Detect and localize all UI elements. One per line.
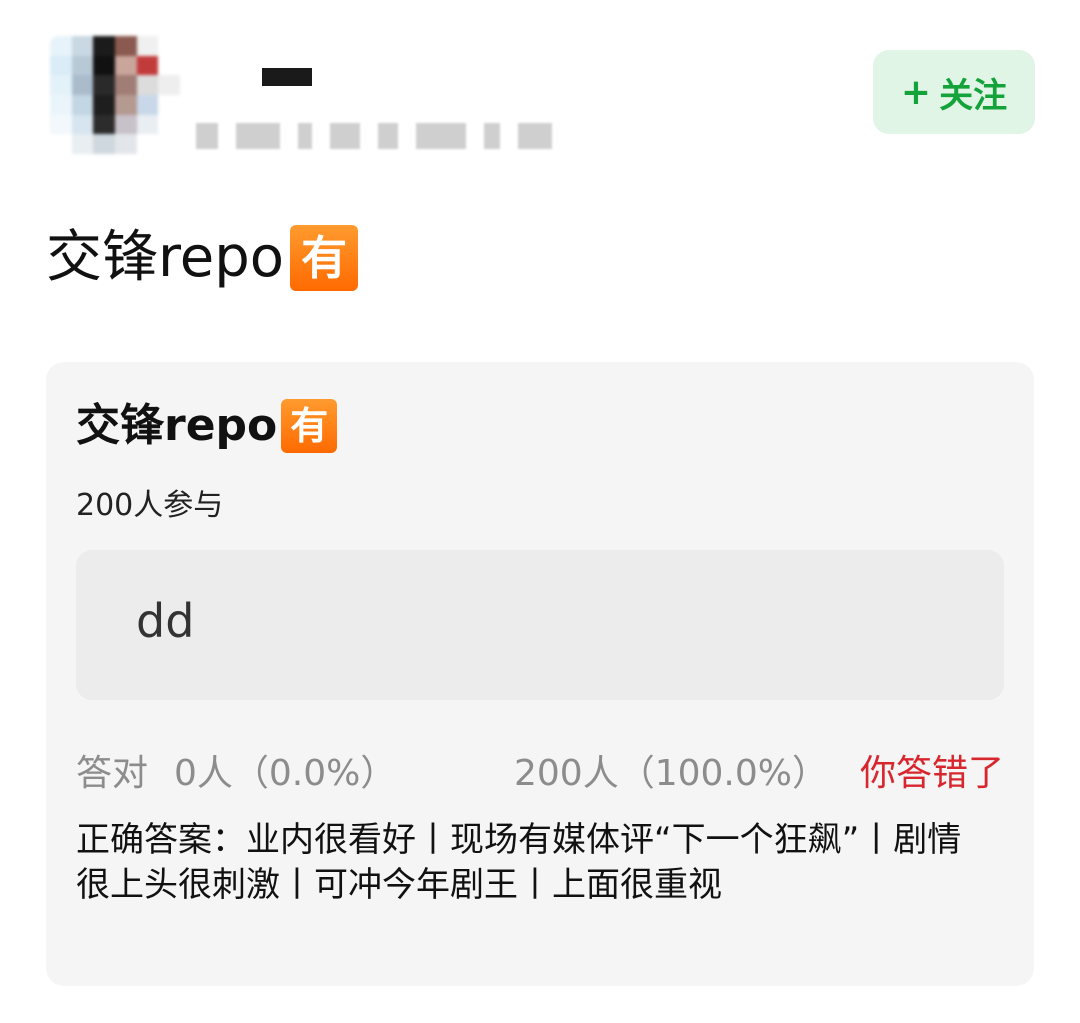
post-title-text: 交锋repo [46, 225, 285, 290]
post-title: 交锋repo 有 [46, 222, 359, 294]
user-subtitle-blurred [196, 118, 556, 154]
avatar[interactable] [50, 36, 180, 154]
post-page: + 关注 交锋repo 有 交锋repo 有 200人参与 dd 答对 0人（0… [0, 0, 1080, 1023]
quiz-option[interactable]: dd [76, 550, 1004, 700]
option-label: dd [136, 594, 195, 648]
correct-answer-text: 正确答案：业内很看好丨现场有媒体评“下一个狂飙”丨剧情很上头很刺激丨可冲今年剧王… [76, 820, 962, 905]
quiz-title: 交锋repo 有 [76, 398, 338, 454]
result-status: 你答错了 [859, 753, 1004, 794]
plus-icon: + [900, 71, 932, 113]
wrong-count: 200人（100.0%） [514, 753, 828, 794]
follow-button[interactable]: + 关注 [873, 50, 1035, 134]
correct-count: 0人（0.0%） [174, 753, 397, 794]
username-blurred[interactable] [262, 68, 312, 86]
quiz-title-text: 交锋repo [76, 400, 278, 451]
correct-label: 答对 [76, 753, 149, 794]
quiz-stats: 答对 0人（0.0%） 200人（100.0%） 你答错了 [76, 744, 1004, 794]
you-emoji-icon: 有 [290, 225, 359, 291]
you-emoji-icon: 有 [281, 399, 338, 453]
follow-label: 关注 [939, 75, 1008, 116]
participant-count: 200人参与 [76, 488, 224, 523]
quiz-card: 交锋repo 有 200人参与 dd 答对 0人（0.0%） 200人（100.… [46, 362, 1034, 986]
